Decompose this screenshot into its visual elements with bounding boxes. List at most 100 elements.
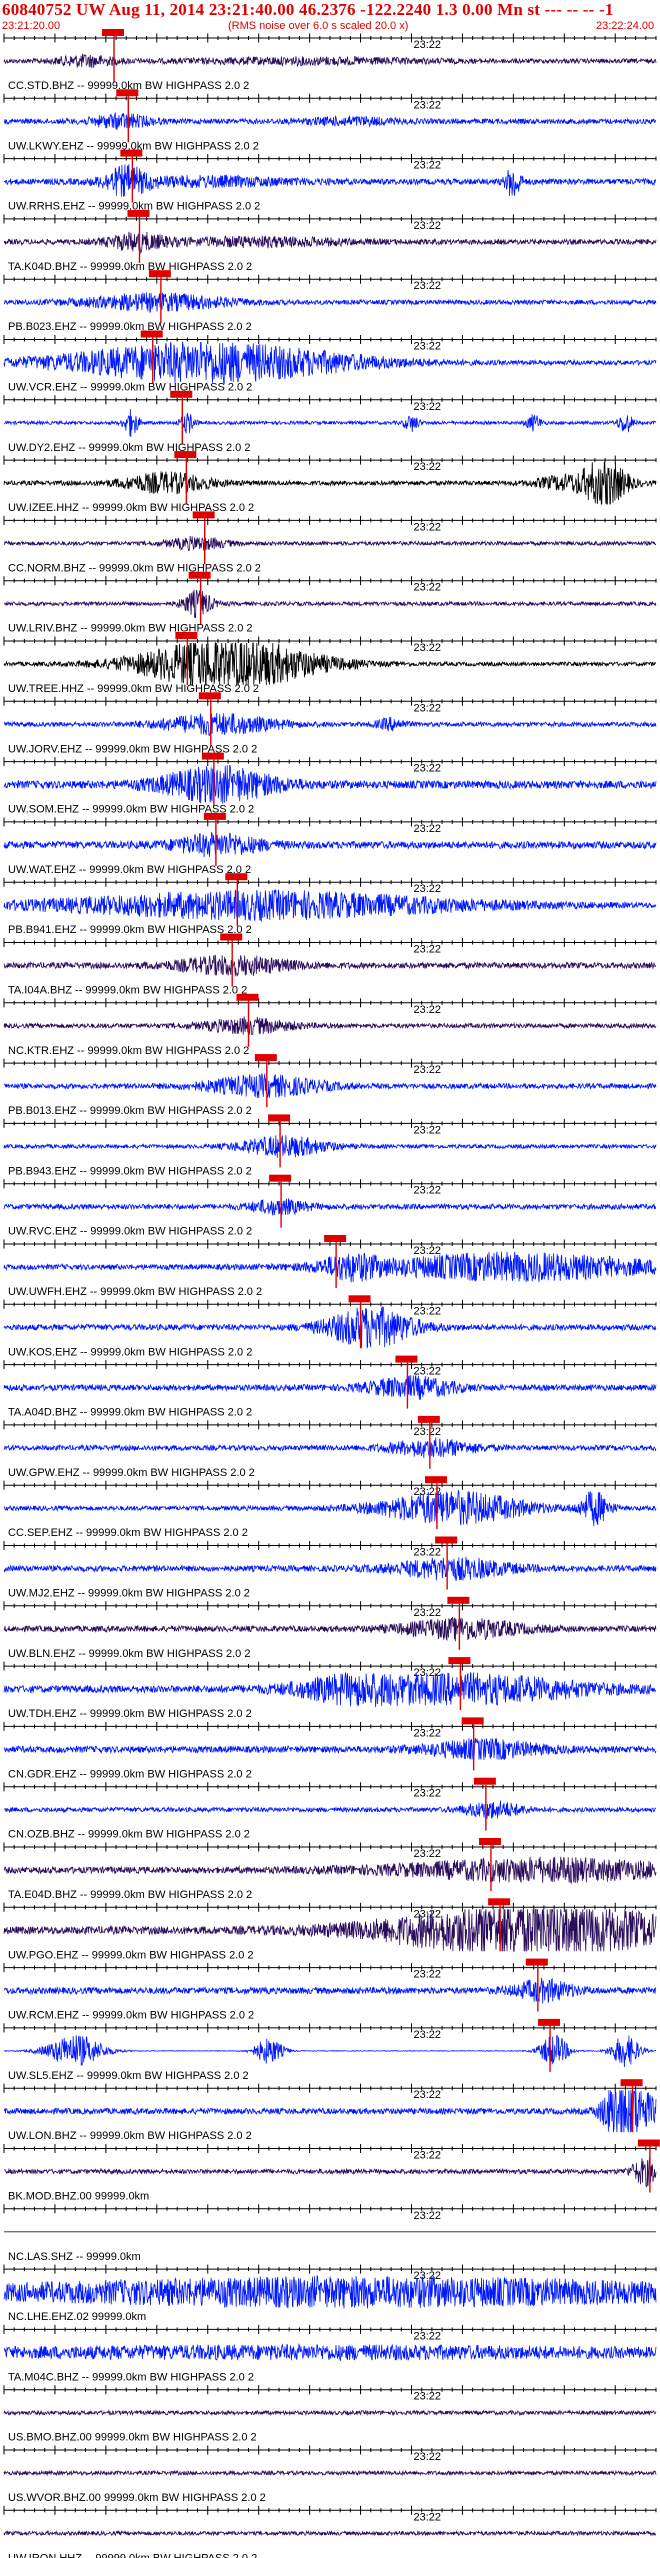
station-label: UW.IZEE.HHZ -- 99999.0km BW HIGHPASS 2.0…: [8, 502, 254, 514]
waveform: [3, 831, 657, 858]
minute-label: 23:22: [414, 1185, 442, 1197]
minute-label: 23:22: [414, 280, 442, 292]
pick-flag: [525, 1958, 548, 1966]
minute-label: 23:22: [414, 220, 442, 232]
waveform: [3, 1072, 657, 1099]
pick-flag: [417, 1415, 440, 1423]
pick-flag: [102, 29, 125, 36]
station-label: TA.E04D.BHZ -- 99999.0km BW HIGHPASS 2.0…: [8, 1889, 252, 1901]
pick-flag: [254, 1054, 277, 1062]
station-label: UW.RVC.EHZ -- 99999.0km BW HIGHPASS 2.0 …: [8, 1226, 252, 1238]
station-label: PB.B941.EHZ -- 99999.0km BW HIGHPASS 2.0…: [8, 924, 252, 936]
waveform: [3, 409, 657, 437]
pick-flag: [225, 873, 248, 881]
minute-label: 23:22: [414, 2210, 442, 2222]
waveform: [3, 765, 657, 804]
minute-label: 23:22: [414, 461, 442, 473]
minute-label: 23:22: [414, 341, 442, 353]
minute-label: 23:22: [414, 1305, 442, 1317]
station-label: PB.B023.EHZ -- 99999.0km BW HIGHPASS 2.0…: [8, 321, 252, 333]
waveform: [3, 2409, 657, 2417]
station-label: TA.A04D.BHZ -- 99999.0km BW HIGHPASS 2.0…: [8, 1407, 252, 1419]
minute-label: 23:22: [414, 521, 442, 533]
minute-label: 23:22: [414, 582, 442, 594]
pick-flag: [170, 390, 193, 398]
station-label: TA.I04A.BHZ -- 99999.0km BW HIGHPASS 2.0…: [8, 985, 247, 997]
station-label: BK.MOD.BHZ.00 99999.0km: [8, 2191, 149, 2203]
pick-flag: [435, 1536, 458, 1544]
pick-flag: [269, 1174, 292, 1182]
waveform: [3, 53, 657, 69]
minute-label: 23:22: [414, 1788, 442, 1800]
station-label: UW.DY2.EHZ -- 99999.0km BW HIGHPASS 2.0 …: [8, 442, 250, 454]
pick-flag: [148, 270, 171, 278]
waveform: [3, 341, 657, 385]
pick-flag: [236, 993, 259, 1001]
pick-flag: [538, 2018, 561, 2026]
station-label: UW.TDH.EHZ -- 99999.0km BW HIGHPASS 2.0 …: [8, 1708, 252, 1720]
waveform: [3, 535, 657, 551]
minute-label: 23:22: [414, 763, 442, 775]
station-label: US.WVOR.BHZ.00 99999.0km BW HIGHPASS 2.0…: [8, 2492, 266, 2504]
minute-label: 23:22: [414, 1124, 442, 1136]
waveform: [3, 2157, 657, 2188]
minute-label: 23:22: [414, 883, 442, 895]
station-label: CC.SEP.EHZ -- 99999.0km BW HIGHPASS 2.0 …: [8, 1527, 248, 1539]
pick-flag: [424, 1476, 447, 1484]
pick-flag: [127, 209, 150, 217]
pick-flag: [637, 2139, 660, 2147]
pick-flag: [488, 1898, 511, 1906]
pick-flag: [120, 149, 143, 157]
seismogram-plot: 23:22CC.STD.BHZ -- 99999.0km BW HIGHPASS…: [3, 29, 660, 2558]
station-label: UW.UWFH.EHZ -- 99999.0km BW HIGHPASS 2.0…: [8, 1286, 262, 1298]
pick-flag: [324, 1235, 347, 1242]
station-label: UW.TREE.HHZ -- 99999.0km BW HIGHPASS 2.0…: [8, 683, 259, 695]
waveform: [3, 231, 657, 255]
minute-label: 23:22: [414, 823, 442, 835]
pick-flag: [447, 1596, 470, 1604]
pick-flag: [116, 89, 139, 97]
waveform: [3, 164, 657, 197]
station-label: UW.BLN.EHZ -- 99999.0km BW HIGHPASS 2.0 …: [8, 1648, 250, 1660]
waveform: [3, 1977, 657, 2004]
waveform: [3, 954, 657, 977]
waveform: [3, 1672, 657, 1708]
station-label: UW.LRIV.BHZ -- 99999.0km BW HIGHPASS 2.0…: [8, 623, 253, 635]
minute-label: 23:22: [414, 1547, 442, 1559]
waveform: [3, 112, 657, 131]
waveform: [3, 589, 657, 618]
minute-label: 23:22: [414, 2511, 442, 2523]
waveform: [3, 2035, 657, 2068]
waveform: [3, 1908, 657, 1952]
waveform: [3, 641, 657, 686]
pick-flag: [461, 1717, 484, 1725]
waveform: [3, 2469, 657, 2477]
waveform: [3, 1198, 657, 1217]
waveform: [3, 1374, 657, 1400]
station-label: CN.GDR.EHZ -- 99999.0km BW HIGHPASS 2.0 …: [8, 1768, 252, 1780]
station-label: UW.KOS.EHZ -- 99999.0km BW HIGHPASS 2.0 …: [8, 1346, 252, 1358]
station-label: NC.LAS.SHZ -- 99999.0km: [8, 2251, 141, 2263]
station-label: UW.VCR.EHZ -- 99999.0km BW HIGHPASS 2.0 …: [8, 382, 252, 394]
minute-label: 23:22: [414, 2029, 442, 2041]
minute-label: 23:22: [414, 1004, 442, 1016]
station-label: UW.GPW.EHZ -- 99999.0km BW HIGHPASS 2.0 …: [8, 1467, 255, 1479]
station-label: NC.KTR.EHZ -- 99999.0km BW HIGHPASS 2.0 …: [8, 1045, 249, 1057]
station-label: PB.B943.EHZ -- 99999.0km BW HIGHPASS 2.0…: [8, 1165, 252, 1177]
station-label: PB.B013.EHZ -- 99999.0km BW HIGHPASS 2.0…: [8, 1105, 252, 1117]
waveform: [3, 712, 657, 737]
station-label: UW.WAT.EHZ -- 99999.0km BW HIGHPASS 2.0 …: [8, 864, 251, 876]
minute-label: 23:22: [414, 1727, 442, 1739]
waveform: [3, 1737, 657, 1761]
minute-label: 23:22: [414, 702, 442, 714]
station-label: UW.LON.BHZ -- 99999.0km BW HIGHPASS 2.0 …: [8, 2130, 252, 2142]
waveform: [3, 2090, 657, 2133]
station-label: UW.IRON.HHZ -- 99999.0km BW HIGHPASS 2.0…: [8, 2552, 257, 2558]
waveform: [3, 2342, 657, 2361]
minute-label: 23:22: [414, 1969, 442, 1981]
station-label: CC.NORM.BHZ -- 99999.0km BW HIGHPASS 2.0…: [8, 562, 261, 574]
pick-flag: [473, 1777, 496, 1785]
minute-label: 23:22: [414, 1607, 442, 1619]
station-label: US.BMO.BHZ.00 99999.0km BW HIGHPASS 2.0 …: [8, 2432, 257, 2444]
waveform: [3, 1134, 657, 1158]
